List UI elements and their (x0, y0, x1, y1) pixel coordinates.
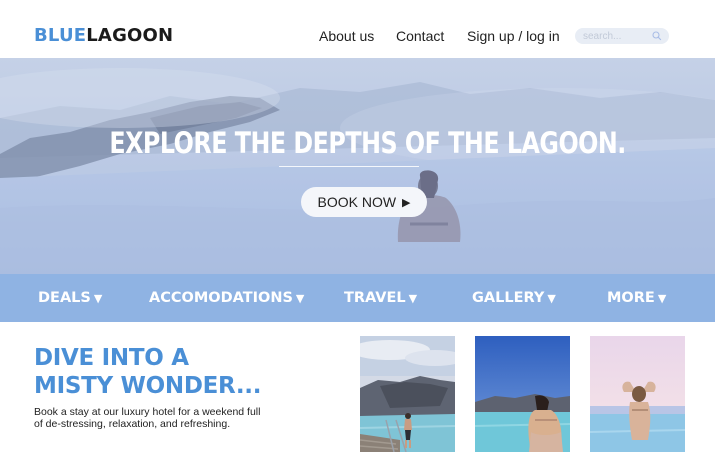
site-header: BLUELAGOON About us Contact Sign up / lo… (0, 0, 715, 58)
gallery-photo-infinity-pool[interactable] (590, 336, 685, 452)
category-more[interactable]: MORE ▼ (607, 290, 666, 307)
nav-contact[interactable]: Contact (396, 28, 444, 44)
caret-down-icon: ▼ (657, 292, 667, 305)
category-label: TRAVEL (344, 290, 406, 306)
book-now-button[interactable]: BOOK NOW ▶ (301, 187, 427, 217)
caret-down-icon: ▼ (295, 292, 305, 305)
logo-part-lagoon: LAGOON (86, 25, 174, 46)
promo-description-line2: of de-stressing, relaxation, and refresh… (34, 418, 231, 430)
promo-headline-line2: MISTY WONDER... (34, 373, 262, 399)
category-label: MORE (607, 290, 655, 306)
promo-headline: DIVE INTO A MISTY WONDER... (34, 344, 261, 400)
category-nav-bar: DEALS ▼ ACCOMODATIONS ▼ TRAVEL ▼ GALLERY ▼ M… (0, 274, 715, 322)
category-travel[interactable]: TRAVEL ▼ (344, 290, 417, 307)
promo-description: Book a stay at our luxury hotel for a we… (34, 406, 334, 430)
category-label: GALLERY (472, 290, 545, 306)
promo-headline-line1: DIVE INTO A (34, 345, 189, 371)
category-gallery[interactable]: GALLERY ▼ (472, 290, 556, 307)
hero-banner: EXPLORE THE DEPTHS OF THE LAGOON. BOOK N… (0, 58, 715, 274)
nav-about-us[interactable]: About us (319, 28, 374, 44)
hero-title: EXPLORE THE DEPTHS OF THE LAGOON. (109, 126, 626, 160)
promo-description-line1: Book a stay at our luxury hotel for a we… (34, 406, 261, 418)
category-label: ACCOMODATIONS (149, 290, 293, 306)
book-now-label: BOOK NOW (317, 194, 397, 210)
hero-divider (279, 166, 419, 167)
category-deals[interactable]: DEALS ▼ (38, 290, 102, 307)
search-input[interactable] (583, 29, 649, 43)
gallery-photo-infinity-pool-image (590, 336, 685, 452)
brand-logo[interactable]: BLUELAGOON (34, 26, 173, 46)
nav-sign-up-login[interactable]: Sign up / log in (467, 28, 560, 44)
gallery-photo-rocks-image (360, 336, 455, 452)
gallery-photo-swimsuit[interactable] (475, 336, 570, 452)
search-box[interactable] (575, 28, 669, 44)
gallery-photo-swimsuit-image (475, 336, 570, 452)
play-arrow-icon: ▶ (402, 196, 411, 209)
gallery-photo-rocks[interactable] (360, 336, 455, 452)
caret-down-icon: ▼ (93, 292, 103, 305)
caret-down-icon: ▼ (408, 292, 418, 305)
logo-part-blue: BLUE (34, 25, 87, 46)
category-label: DEALS (38, 290, 91, 306)
category-accomodations[interactable]: ACCOMODATIONS ▼ (149, 290, 304, 307)
search-icon[interactable] (651, 30, 663, 42)
caret-down-icon: ▼ (547, 292, 556, 305)
